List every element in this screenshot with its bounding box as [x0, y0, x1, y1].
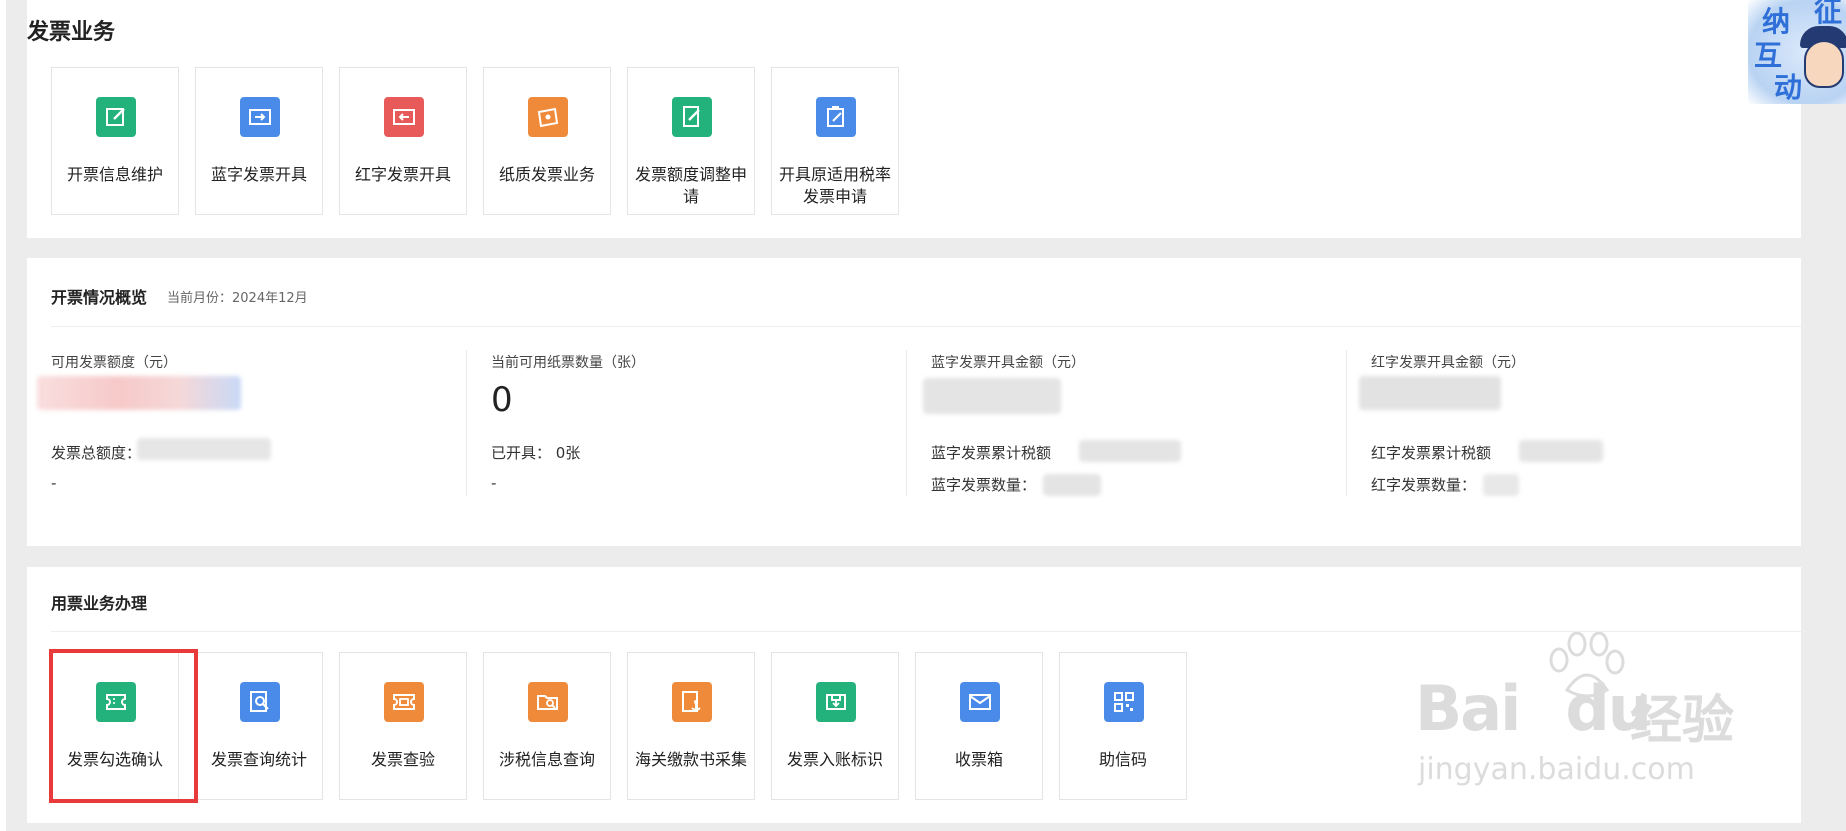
ticket-check-icon	[384, 682, 424, 722]
tile-receipt-box[interactable]: 收票箱	[915, 652, 1043, 800]
blurred-value	[923, 378, 1061, 414]
stat-caption: 当前可用纸票数量（张）	[491, 355, 645, 371]
tile-label: 发票查验	[370, 750, 435, 769]
page-title: 发票业务	[27, 20, 116, 45]
stat-row: 红字发票累计税额	[1371, 444, 1492, 462]
tile-label: 发票查询统计	[210, 750, 307, 769]
blurred-value	[1483, 474, 1519, 496]
left-gutter-edge	[0, 0, 6, 831]
stat-divider	[906, 350, 907, 496]
stat-row: 红字发票数量：	[1371, 476, 1477, 494]
stat-caption: 可用发票额度（元）	[51, 355, 177, 371]
watermark-brand-a: Bai	[1415, 672, 1521, 745]
search-document-icon	[240, 682, 280, 722]
tile-label: 蓝字发票开具	[210, 165, 307, 184]
ticket-usage-title: 用票业务办理	[51, 594, 148, 613]
edit-form-icon	[96, 97, 136, 137]
blurred-value	[1079, 440, 1181, 462]
watermark-brand: Bai du	[1415, 672, 1652, 745]
tile-label: 开具原适用税率发票申请	[778, 165, 891, 206]
tile-label: 助信码	[1098, 750, 1147, 769]
tile-invoice-query-stats[interactable]: 发票查询统计	[195, 652, 323, 800]
tile-customs-payment-collect[interactable]: 海关缴款书采集	[627, 652, 755, 800]
paper-ticket-icon	[528, 97, 568, 137]
highlight-box	[49, 649, 198, 803]
tile-label: 发票额度调整申请	[634, 165, 747, 206]
overview-title: 开票情况概览	[51, 288, 148, 307]
blurred-value	[1359, 376, 1501, 410]
tile-label: 涉税信息查询	[498, 750, 595, 769]
stat-divider	[466, 350, 467, 496]
qr-code-icon	[1104, 682, 1144, 722]
tile-original-tax-rate-apply[interactable]: 开具原适用税率发票申请	[771, 67, 899, 215]
watermark-cn: 经验	[1630, 691, 1735, 751]
blurred-value	[1519, 440, 1603, 462]
inbox-tag-icon	[816, 682, 856, 722]
stat-available-quota: 可用发票额度（元） 发票总额度： -	[37, 350, 471, 500]
stat-row: -	[51, 474, 57, 492]
stat-divider	[1346, 350, 1347, 496]
blurred-value	[37, 376, 241, 410]
mail-icon	[960, 682, 1000, 722]
tile-help-code[interactable]: 助信码	[1059, 652, 1187, 800]
stat-row: -	[491, 474, 497, 492]
tile-invoice-verify[interactable]: 发票查验	[339, 652, 467, 800]
mascot-face	[1804, 40, 1844, 88]
tile-label: 收票箱	[954, 750, 1003, 769]
watermark-url: jingyan.baidu.com	[1418, 752, 1695, 787]
ticket-arrow-right-icon	[240, 97, 280, 137]
tile-label: 发票入账标识	[786, 750, 883, 769]
tile-label: 红字发票开具	[354, 165, 451, 184]
blurred-value	[137, 438, 271, 460]
clipboard-edit-icon	[816, 97, 856, 137]
blurred-value	[1043, 474, 1101, 496]
stat-row: 已开具： 0张	[491, 444, 581, 462]
tile-invoice-quota-adjust[interactable]: 发票额度调整申请	[627, 67, 755, 215]
tile-tax-info-query[interactable]: 涉税信息查询	[483, 652, 611, 800]
current-month-label: 当前月份：2024年12月	[167, 291, 308, 306]
stat-caption: 蓝字发票开具金额（元）	[931, 355, 1085, 371]
tile-invoice-info-maintenance[interactable]: 开票信息维护	[51, 67, 179, 215]
document-edit-icon	[672, 97, 712, 137]
stat-caption: 红字发票开具金额（元）	[1371, 355, 1525, 371]
stat-row: 发票总额度：	[51, 444, 142, 462]
stat-value: 0	[491, 380, 513, 420]
tile-blue-invoice-issue[interactable]: 蓝字发票开具	[195, 67, 323, 215]
tax-interaction-badge[interactable]: 征 纳 互 动	[1748, 0, 1846, 104]
stat-row: 蓝字发票数量：	[931, 476, 1037, 494]
ticket-arrow-left-icon	[384, 97, 424, 137]
folder-search-icon	[528, 682, 568, 722]
tile-label: 开票信息维护	[66, 165, 163, 184]
stat-blue-amount: 蓝字发票开具金额（元） 蓝字发票累计税额 蓝字发票数量：	[923, 350, 1351, 500]
tile-paper-invoice-business[interactable]: 纸质发票业务	[483, 67, 611, 215]
tile-red-invoice-issue[interactable]: 红字发票开具	[339, 67, 467, 215]
tile-invoice-booking-mark[interactable]: 发票入账标识	[771, 652, 899, 800]
anchor-document-icon	[672, 682, 712, 722]
overview-divider	[51, 326, 1809, 327]
stat-row: 蓝字发票累计税额	[931, 444, 1052, 462]
badge-char: 动	[1774, 71, 1803, 104]
stat-paper-count: 当前可用纸票数量（张） 0 已开具： 0张 -	[491, 350, 911, 500]
stat-red-amount: 红字发票开具金额（元） 红字发票累计税额 红字发票数量：	[1359, 350, 1791, 500]
tile-label: 纸质发票业务	[498, 165, 595, 184]
left-gutter	[0, 0, 27, 831]
tile-label: 海关缴款书采集	[634, 750, 747, 769]
